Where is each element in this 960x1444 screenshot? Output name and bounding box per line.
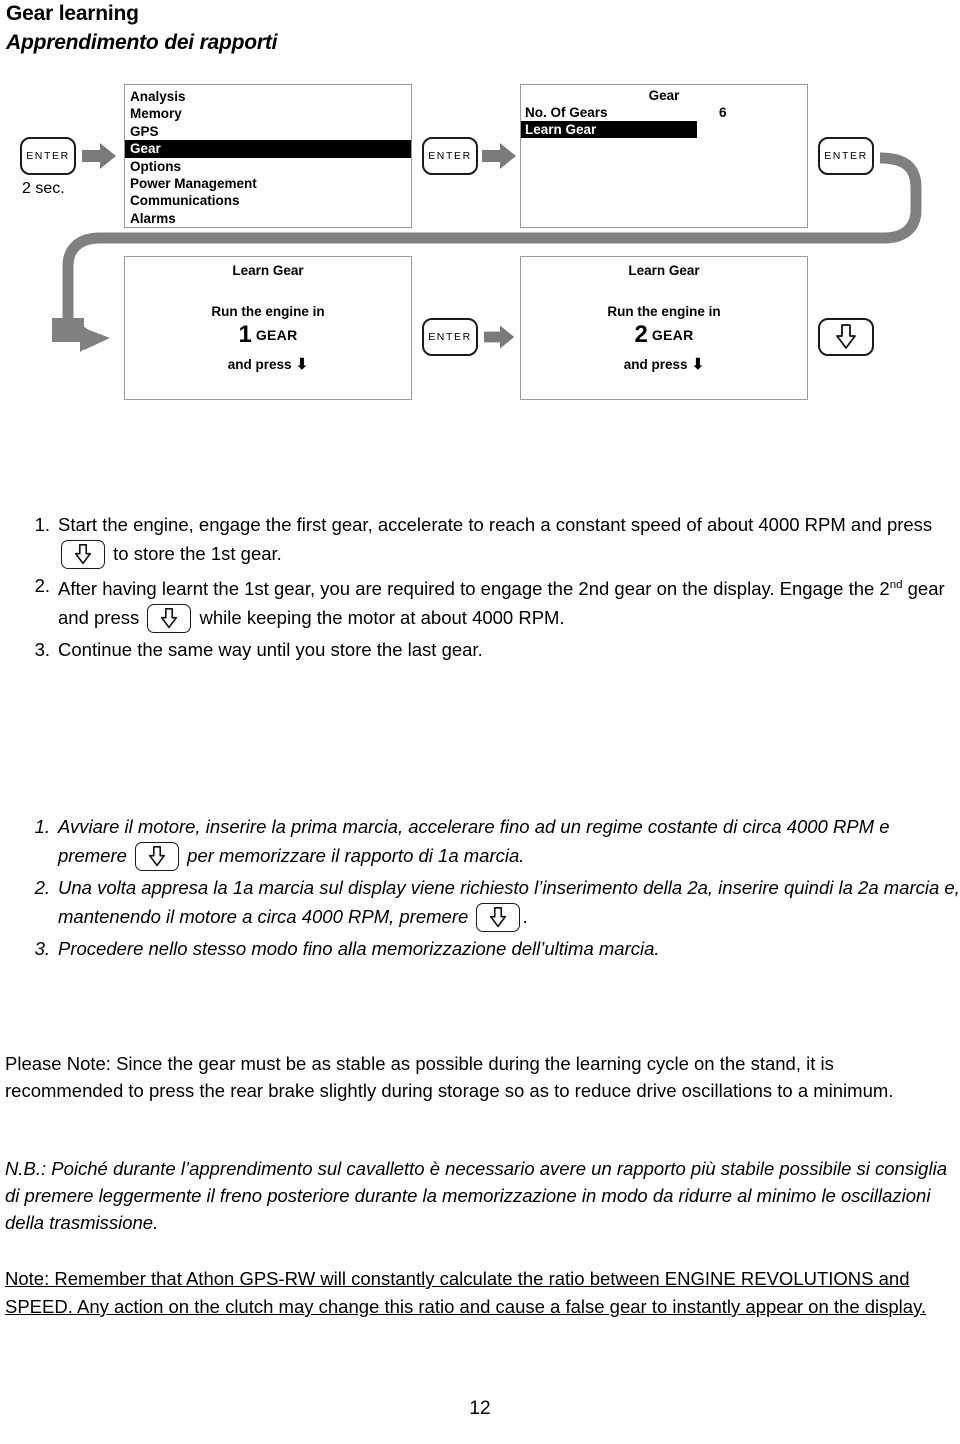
page-title-en: Gear learning [6,2,139,25]
down-arrow-glyph-icon: ⬇ [687,356,705,373]
step-it-2: 2. Una volta appresa la 1a marcia sul di… [0,873,960,932]
enter-key-label: ENTER [26,150,70,162]
step-text: Procedere nello stesso modo fino alla me… [58,938,660,959]
step-text-superscript: nd [889,579,903,591]
learn-gear-unit: GEAR [651,327,694,343]
menu-item-communications[interactable]: Communications [125,192,411,209]
step-number: 3. [34,639,50,661]
step-text-part-a: Start the engine, engage the first gear,… [58,514,933,535]
device-screen-learn-gear-1: Learn Gear Run the engine in 1 GEAR and p… [124,256,412,400]
gear-row-learn-gear[interactable]: Learn Gear [521,121,697,138]
enter-key-label: ENTER [428,331,472,343]
step-text-part-b: . [523,906,529,927]
step-it-3: 3. Procedere nello stesso modo fino alla… [0,934,960,963]
enter-key-3[interactable]: ENTER [818,137,874,175]
step-number: 2. [34,877,50,898]
menu-item-memory[interactable]: Memory [125,105,411,122]
learn-gear-line3: and press ⬇ [521,355,807,373]
instructions-list-it: 1. Avviare il motore, inserire la prima … [0,812,960,965]
step-number: 3. [34,938,50,959]
down-arrow-icon [161,608,178,629]
down-arrow-icon [836,324,856,349]
press-duration-label: 2 sec. [22,180,65,197]
down-arrow-key-inline-4[interactable] [476,903,521,932]
page-title-it: Apprendimento dei rapporti [6,31,278,54]
device-screen-main-menu: Analysis Memory GPS Gear Options Power M… [124,84,412,228]
note-final-underlined: Note: Remember that Athon GPS-RW will co… [5,1268,927,1317]
step-text-part-c: while keeping the motor at about 4000 RP… [199,607,565,629]
down-arrow-key-inline-3[interactable] [135,842,180,871]
gear-row-no-of-gears[interactable]: No. Of Gears 6 [521,104,807,121]
menu-item-gps[interactable]: GPS [125,123,411,140]
down-arrow-key-inline-1[interactable] [61,540,105,569]
down-arrow-key-diagram[interactable] [818,318,874,356]
instructions-list-en: 1. Start the engine, engage the first ge… [0,510,960,666]
enter-key-2[interactable]: ENTER [422,137,478,175]
down-arrow-icon [148,846,166,867]
arrow-right-icon-3 [484,325,515,349]
learn-gear-line1: Run the engine in [607,304,721,319]
down-arrow-glyph-icon: ⬇ [291,356,309,373]
enter-key-1[interactable]: ENTER [20,137,76,175]
step-text-part-b: to store the 1st gear. [113,543,282,564]
learn-gear-line3: and press ⬇ [125,355,411,373]
learn-gear-line3-text: and press [227,357,292,372]
step-it-1: 1. Avviare il motore, inserire la prima … [0,812,960,871]
menu-item-alarms[interactable]: Alarms [125,210,411,227]
gear-row-label: No. Of Gears [525,105,608,120]
learn-gear-title: Learn Gear [628,263,700,278]
menu-item-power-management[interactable]: Power Management [125,175,411,192]
learn-gear-number-line: 2 GEAR [521,321,807,349]
gear-learning-flow-diagram: ENTER 2 sec. Analysis Memory GPS Gear Op… [0,70,960,420]
arrow-right-icon-1 [82,143,116,169]
menu-item-analysis[interactable]: Analysis [125,88,411,105]
enter-key-4[interactable]: ENTER [422,318,478,356]
learn-gear-number: 1 [238,321,252,348]
page-number: 12 [469,1398,491,1419]
learn-gear-number-line: 1 GEAR [125,321,411,349]
note-english: Please Note: Since the gear must be as s… [5,1053,894,1101]
step-en-2: 2. After having learnt the 1st gear, you… [0,571,960,634]
gear-row-label: Learn Gear [525,122,597,137]
down-arrow-icon [74,544,92,565]
step-number: 1. [34,816,50,837]
learn-gear-number: 2 [634,321,648,348]
step-en-1: 1. Start the engine, engage the first ge… [0,510,960,569]
down-arrow-key-inline-2[interactable] [147,604,192,634]
learn-gear-line1: Run the engine in [211,304,325,319]
menu-item-gear[interactable]: Gear [125,140,411,158]
learn-gear-unit: GEAR [255,327,298,343]
device-screen-learn-gear-2: Learn Gear Run the engine in 2 GEAR and p… [520,256,808,400]
step-text-part-b: per memorizzare il rapporto di 1a marcia… [187,845,525,866]
down-arrow-icon [490,907,507,928]
gear-row-value: 6 [719,105,727,120]
learn-gear-line3-text: and press [623,357,688,372]
menu-item-options[interactable]: Options [125,158,411,175]
step-number: 2. [34,575,50,596]
gear-screen-title: Gear [648,88,680,103]
step-number: 1. [34,514,50,535]
learn-gear-title: Learn Gear [232,263,304,278]
enter-key-label: ENTER [824,150,868,162]
step-en-3: 3. Continue the same way until you store… [0,635,960,664]
arrow-right-icon-2 [482,143,516,169]
enter-key-label: ENTER [428,150,472,162]
device-screen-gear: Gear No. Of Gears 6 Learn Gear [520,84,808,228]
step-text: Continue the same way until you store th… [58,639,483,661]
step-text-part-a: After having learnt the 1st gear, you ar… [58,578,890,600]
note-italian: N.B.: Poiché durante l’apprendimento sul… [5,1158,947,1233]
